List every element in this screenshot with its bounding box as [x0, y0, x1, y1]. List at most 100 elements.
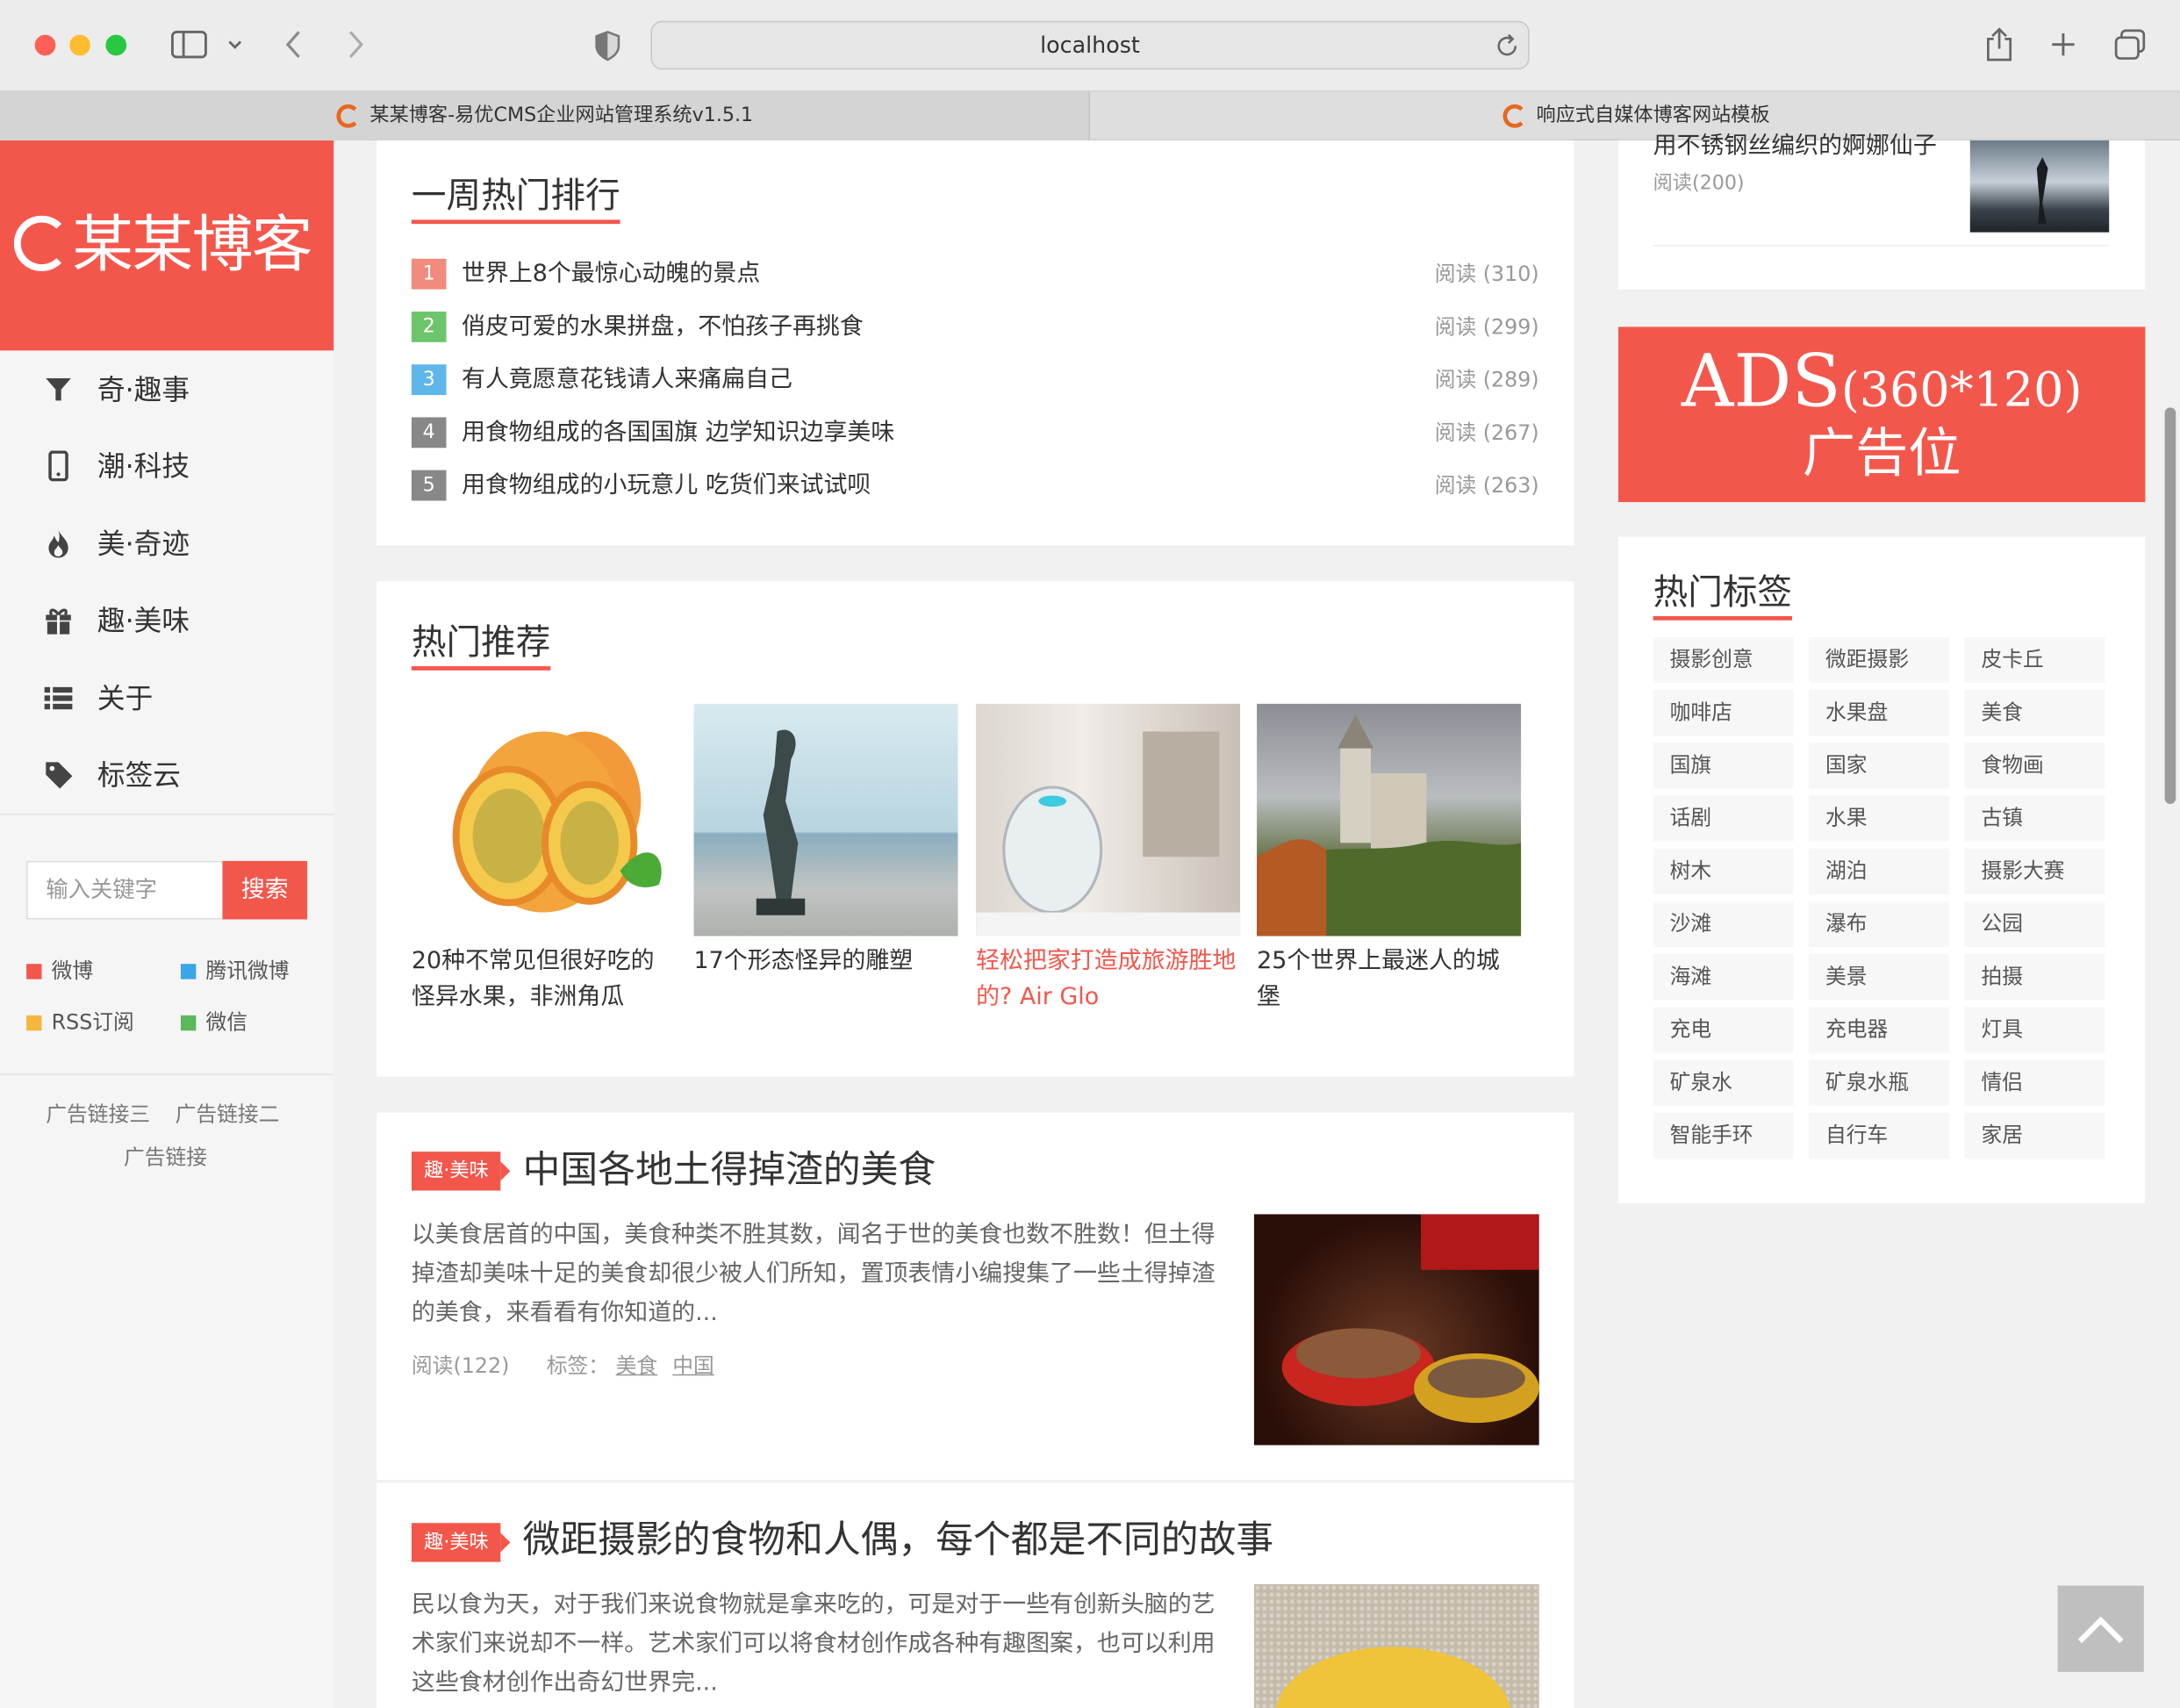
- scrollbar-thumb[interactable]: [2164, 407, 2176, 804]
- tag-item[interactable]: 瀑布: [1809, 901, 1950, 948]
- tag-link[interactable]: 中国: [672, 1353, 714, 1379]
- social-link-wechat[interactable]: 微信: [180, 1008, 247, 1037]
- rank-reads: 阅读 (267): [1434, 420, 1539, 446]
- social-link-tencent-weibo[interactable]: 腾讯微博: [180, 957, 290, 985]
- forward-icon[interactable]: [346, 29, 365, 60]
- tag-item[interactable]: 国旗: [1653, 743, 1794, 789]
- tag-item[interactable]: 话剧: [1653, 795, 1794, 842]
- thumb-air-glo[interactable]: [976, 703, 1241, 937]
- tag-item[interactable]: 古镇: [1964, 795, 2105, 842]
- tag-item[interactable]: 充电器: [1809, 1007, 1950, 1053]
- tab-2[interactable]: 响应式自媒体博客网站模板: [1092, 92, 2180, 140]
- tag-icon: [46, 762, 73, 789]
- ad-line-2: 广告位: [1802, 422, 1961, 484]
- close-window-button[interactable]: [34, 34, 56, 56]
- card-title[interactable]: 轻松把家打造成旅游胜地的? Air Glo: [976, 943, 1240, 1015]
- card-title[interactable]: 20种不常见但很好吃的怪异水果，非洲角瓜: [412, 943, 676, 1015]
- rank-number: 1: [411, 258, 447, 290]
- tag-item[interactable]: 微距摄影: [1809, 636, 1950, 684]
- address-bar[interactable]: localhost: [650, 20, 1530, 70]
- nav-item-qiqushi[interactable]: 奇·趣事: [0, 354, 333, 426]
- site-logo[interactable]: 某某博客: [0, 140, 334, 351]
- zoom-window-button[interactable]: [105, 34, 127, 56]
- thumb-castle[interactable]: [1257, 703, 1522, 937]
- tag-item[interactable]: 海滩: [1653, 954, 1794, 1001]
- nav-item-meiqiji[interactable]: 美·奇迹: [0, 507, 333, 579]
- list-item-title[interactable]: 用不锈钢丝编织的婀娜仙子: [1653, 129, 1937, 162]
- search-button[interactable]: 搜索: [222, 860, 308, 920]
- tag-item[interactable]: 情侣: [1964, 1059, 2105, 1106]
- rank-item[interactable]: 3 有人竟愿意花钱请人来痛扁自己 阅读 (289): [411, 363, 1539, 397]
- ad-banner[interactable]: ADS(360*120) 广告位: [1617, 327, 2146, 503]
- nav-item-about[interactable]: 关于: [0, 662, 333, 734]
- article-thumbnail[interactable]: [1253, 1583, 1539, 1708]
- sidebar-toggle-icon[interactable]: [171, 31, 207, 59]
- tag-item[interactable]: 美食: [1964, 690, 2105, 736]
- tags-label: 标签：: [546, 1353, 610, 1379]
- tag-item[interactable]: 沙滩: [1653, 901, 1794, 948]
- tag-item[interactable]: 美景: [1809, 954, 1950, 1001]
- minimize-window-button[interactable]: [69, 34, 90, 56]
- tag-item[interactable]: 灯具: [1964, 1007, 2105, 1053]
- tag-item[interactable]: 充电: [1653, 1007, 1794, 1053]
- tag-item[interactable]: 食物画: [1964, 743, 2105, 789]
- rank-item[interactable]: 1 世界上8个最惊心动魄的景点 阅读 (310): [411, 257, 1539, 291]
- article-title[interactable]: 中国各地土得掉渣的美食: [523, 1146, 936, 1196]
- tag-item[interactable]: 摄影创意: [1653, 636, 1794, 684]
- back-icon[interactable]: [283, 29, 303, 60]
- rank-number: 5: [411, 470, 447, 501]
- share-icon[interactable]: [1984, 26, 2015, 62]
- nav-label: 趣·美味: [97, 603, 190, 637]
- new-tab-icon[interactable]: [2049, 31, 2077, 59]
- tag-item[interactable]: 水果盘: [1809, 690, 1950, 736]
- back-to-top-button[interactable]: [2057, 1585, 2144, 1672]
- tag-item[interactable]: 家居: [1964, 1112, 2105, 1159]
- ad-link-2[interactable]: 广告链接二: [176, 1100, 280, 1128]
- ad-link-3[interactable]: 广告链接三: [46, 1100, 150, 1128]
- tag-link[interactable]: 美食: [616, 1353, 658, 1379]
- rank-item[interactable]: 5 用食物组成的小玩意儿 吃货们来试试呗 阅读 (263): [411, 469, 1539, 502]
- tag-item[interactable]: 矿泉水: [1653, 1059, 1794, 1106]
- nav-item-chaokeji[interactable]: 潮·科技: [0, 430, 333, 502]
- tag-item[interactable]: 拍摄: [1964, 954, 2105, 1001]
- tag-item[interactable]: 国家: [1809, 743, 1950, 789]
- thumb-kiwano-fruit[interactable]: [411, 703, 676, 937]
- chevron-down-icon[interactable]: [226, 38, 243, 52]
- tag-item[interactable]: 湖泊: [1809, 848, 1950, 894]
- nav-item-qumeiwei[interactable]: 趣·美味: [0, 585, 333, 657]
- card-title[interactable]: 17个形态怪异的雕塑: [694, 943, 958, 979]
- article-thumbnail[interactable]: [1253, 1214, 1539, 1446]
- category-badge[interactable]: 趣·美味: [411, 1152, 512, 1191]
- wire-sculpture-image: [2036, 157, 2048, 225]
- tag-item[interactable]: 智能手环: [1653, 1112, 1794, 1159]
- tab-overview-icon[interactable]: [2113, 29, 2147, 60]
- social-link-rss[interactable]: RSS订阅: [26, 1008, 134, 1037]
- article-meta: 阅读(122) 标签： 美食 中国: [412, 1351, 714, 1381]
- tag-item[interactable]: 树木: [1653, 848, 1794, 894]
- article-title[interactable]: 微距摄影的食物和人偶，每个都是不同的故事: [523, 1516, 1273, 1566]
- category-badge[interactable]: 趣·美味: [411, 1523, 512, 1562]
- social-link-weibo[interactable]: 微博: [26, 957, 93, 985]
- phone-icon: [48, 450, 68, 482]
- tag-item[interactable]: 咖啡店: [1653, 690, 1794, 736]
- card-title[interactable]: 25个世界上最迷人的城堡: [1257, 943, 1521, 1015]
- tag-item[interactable]: 矿泉水瓶: [1809, 1059, 1950, 1106]
- tag-item[interactable]: 公园: [1964, 901, 2105, 948]
- reload-icon[interactable]: [1495, 33, 1520, 59]
- list-item-thumbnail[interactable]: [1969, 140, 2110, 233]
- tag-item[interactable]: 水果: [1809, 795, 1950, 842]
- tag-item[interactable]: 自行车: [1809, 1112, 1950, 1159]
- banana-image: [1275, 1647, 1511, 1708]
- rank-title: 有人竟愿意花钱请人来痛扁自己: [461, 365, 792, 394]
- rank-item[interactable]: 2 俏皮可爱的水果拼盘，不怕孩子再挑食 阅读 (299): [411, 310, 1539, 343]
- ad-size-text: (360*120): [1840, 362, 2083, 419]
- nav-item-tagcloud[interactable]: 标签云: [0, 738, 333, 810]
- search-input[interactable]: 输入关键字: [26, 860, 225, 920]
- tab-1[interactable]: 某某博客-易优CMS企业网站管理系统v1.5.1: [0, 91, 1091, 141]
- privacy-shield-icon[interactable]: [593, 31, 621, 61]
- tag-item[interactable]: 摄影大赛: [1964, 848, 2105, 894]
- rank-item[interactable]: 4 用食物组成的各国国旗 边学知识边享美味 阅读 (267): [411, 416, 1539, 449]
- thumb-sculpture[interactable]: [693, 703, 958, 937]
- ad-link-1[interactable]: 广告链接: [124, 1144, 207, 1172]
- tag-item[interactable]: 皮卡丘: [1964, 636, 2105, 684]
